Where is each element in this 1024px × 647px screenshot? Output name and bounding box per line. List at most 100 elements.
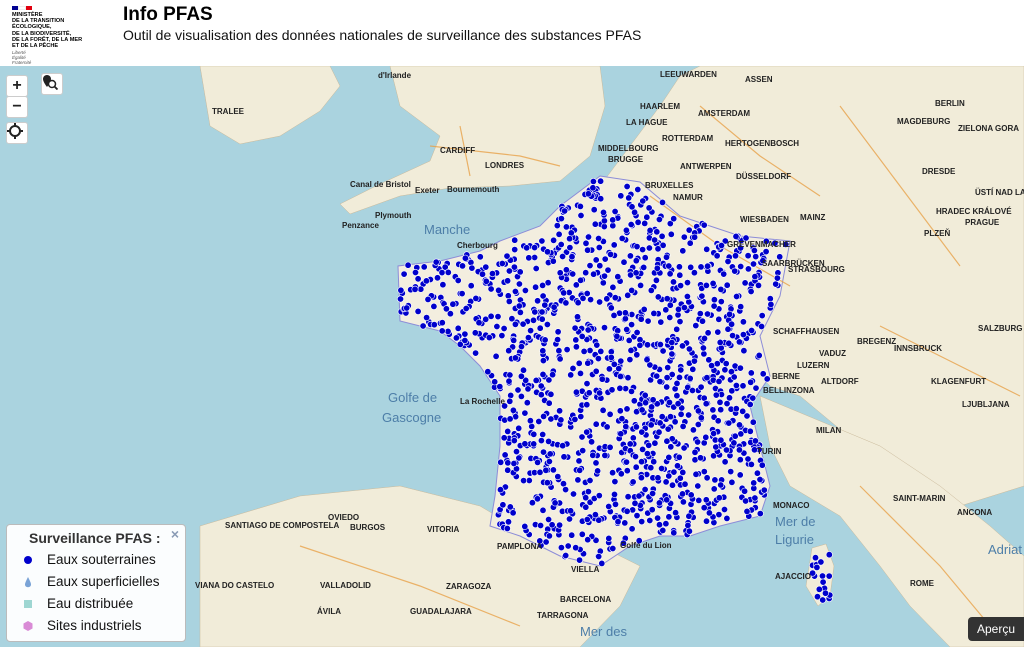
groundwater-marker[interactable]	[567, 371, 575, 379]
groundwater-marker[interactable]	[687, 491, 695, 499]
groundwater-marker[interactable]	[475, 319, 483, 327]
groundwater-marker[interactable]	[511, 320, 519, 328]
groundwater-marker[interactable]	[584, 190, 592, 198]
groundwater-marker[interactable]	[680, 444, 688, 452]
groundwater-marker[interactable]	[731, 267, 739, 275]
groundwater-marker[interactable]	[592, 459, 600, 467]
groundwater-marker[interactable]	[654, 245, 662, 253]
groundwater-marker[interactable]	[616, 384, 624, 392]
groundwater-marker[interactable]	[627, 221, 635, 229]
legend-item-industrial-sites[interactable]: Sites industriels	[21, 618, 142, 633]
groundwater-marker[interactable]	[633, 512, 641, 520]
groundwater-marker[interactable]	[658, 198, 666, 206]
groundwater-marker[interactable]	[737, 263, 745, 271]
groundwater-marker[interactable]	[549, 371, 557, 379]
groundwater-marker[interactable]	[623, 507, 631, 515]
groundwater-marker[interactable]	[575, 457, 583, 465]
groundwater-marker[interactable]	[500, 324, 508, 332]
groundwater-marker[interactable]	[583, 428, 591, 436]
groundwater-marker[interactable]	[444, 268, 452, 276]
groundwater-marker[interactable]	[713, 252, 721, 260]
groundwater-marker[interactable]	[599, 279, 607, 287]
groundwater-marker[interactable]	[653, 264, 661, 272]
groundwater-marker[interactable]	[679, 498, 687, 506]
groundwater-marker[interactable]	[496, 383, 504, 391]
groundwater-marker[interactable]	[606, 443, 614, 451]
groundwater-marker[interactable]	[549, 257, 557, 265]
groundwater-marker[interactable]	[717, 481, 725, 489]
groundwater-marker[interactable]	[672, 509, 680, 517]
groundwater-marker[interactable]	[662, 253, 670, 261]
groundwater-marker[interactable]	[590, 206, 598, 214]
groundwater-marker[interactable]	[566, 244, 574, 252]
groundwater-marker[interactable]	[750, 479, 758, 487]
groundwater-marker[interactable]	[579, 447, 587, 455]
groundwater-marker[interactable]	[607, 250, 615, 258]
groundwater-marker[interactable]	[461, 330, 469, 338]
groundwater-marker[interactable]	[511, 236, 519, 244]
groundwater-marker[interactable]	[444, 327, 452, 335]
groundwater-marker[interactable]	[737, 303, 745, 311]
groundwater-marker[interactable]	[741, 487, 749, 495]
groundwater-marker[interactable]	[595, 516, 603, 524]
groundwater-marker[interactable]	[539, 370, 547, 378]
groundwater-marker[interactable]	[595, 244, 603, 252]
groundwater-marker[interactable]	[725, 394, 733, 402]
groundwater-marker[interactable]	[747, 369, 755, 377]
groundwater-marker[interactable]	[685, 512, 693, 520]
groundwater-marker[interactable]	[578, 332, 586, 340]
groundwater-marker[interactable]	[549, 466, 557, 474]
groundwater-marker[interactable]	[454, 277, 462, 285]
groundwater-marker[interactable]	[584, 359, 592, 367]
groundwater-marker[interactable]	[542, 466, 550, 474]
groundwater-marker[interactable]	[520, 477, 528, 485]
groundwater-marker[interactable]	[584, 536, 592, 544]
groundwater-marker[interactable]	[739, 331, 747, 339]
groundwater-marker[interactable]	[746, 400, 754, 408]
groundwater-marker[interactable]	[396, 295, 404, 303]
groundwater-marker[interactable]	[817, 558, 825, 566]
groundwater-marker[interactable]	[710, 296, 718, 304]
groundwater-marker[interactable]	[649, 396, 657, 404]
groundwater-marker[interactable]	[432, 258, 440, 266]
groundwater-marker[interactable]	[634, 218, 642, 226]
groundwater-marker[interactable]	[591, 220, 599, 228]
groundwater-marker[interactable]	[572, 336, 580, 344]
groundwater-marker[interactable]	[635, 492, 643, 500]
groundwater-marker[interactable]	[717, 242, 725, 250]
groundwater-marker[interactable]	[543, 248, 551, 256]
groundwater-marker[interactable]	[751, 437, 759, 445]
groundwater-marker[interactable]	[527, 327, 535, 335]
groundwater-marker[interactable]	[572, 388, 580, 396]
groundwater-marker[interactable]	[712, 443, 720, 451]
groundwater-marker[interactable]	[704, 262, 712, 270]
groundwater-marker[interactable]	[728, 320, 736, 328]
groundwater-marker[interactable]	[610, 360, 618, 368]
groundwater-marker[interactable]	[711, 476, 719, 484]
groundwater-marker[interactable]	[517, 343, 525, 351]
groundwater-marker[interactable]	[646, 226, 654, 234]
groundwater-marker[interactable]	[654, 293, 662, 301]
groundwater-marker[interactable]	[641, 485, 649, 493]
groundwater-marker[interactable]	[586, 476, 594, 484]
groundwater-marker[interactable]	[680, 233, 688, 241]
groundwater-marker[interactable]	[756, 475, 764, 483]
groundwater-marker[interactable]	[541, 336, 549, 344]
groundwater-marker[interactable]	[716, 398, 724, 406]
groundwater-marker[interactable]	[729, 332, 737, 340]
groundwater-marker[interactable]	[574, 299, 582, 307]
groundwater-marker[interactable]	[550, 236, 558, 244]
groundwater-marker[interactable]	[569, 490, 577, 498]
groundwater-marker[interactable]	[732, 381, 740, 389]
groundwater-marker[interactable]	[695, 496, 703, 504]
groundwater-marker[interactable]	[557, 416, 565, 424]
groundwater-marker[interactable]	[539, 347, 547, 355]
legend-item-distributed-water[interactable]: Eau distribuée	[21, 596, 133, 611]
groundwater-marker[interactable]	[647, 286, 655, 294]
groundwater-marker[interactable]	[461, 336, 469, 344]
groundwater-marker[interactable]	[485, 334, 493, 342]
groundwater-marker[interactable]	[609, 544, 617, 552]
groundwater-marker[interactable]	[736, 364, 744, 372]
groundwater-marker[interactable]	[702, 400, 710, 408]
groundwater-marker[interactable]	[521, 522, 529, 530]
